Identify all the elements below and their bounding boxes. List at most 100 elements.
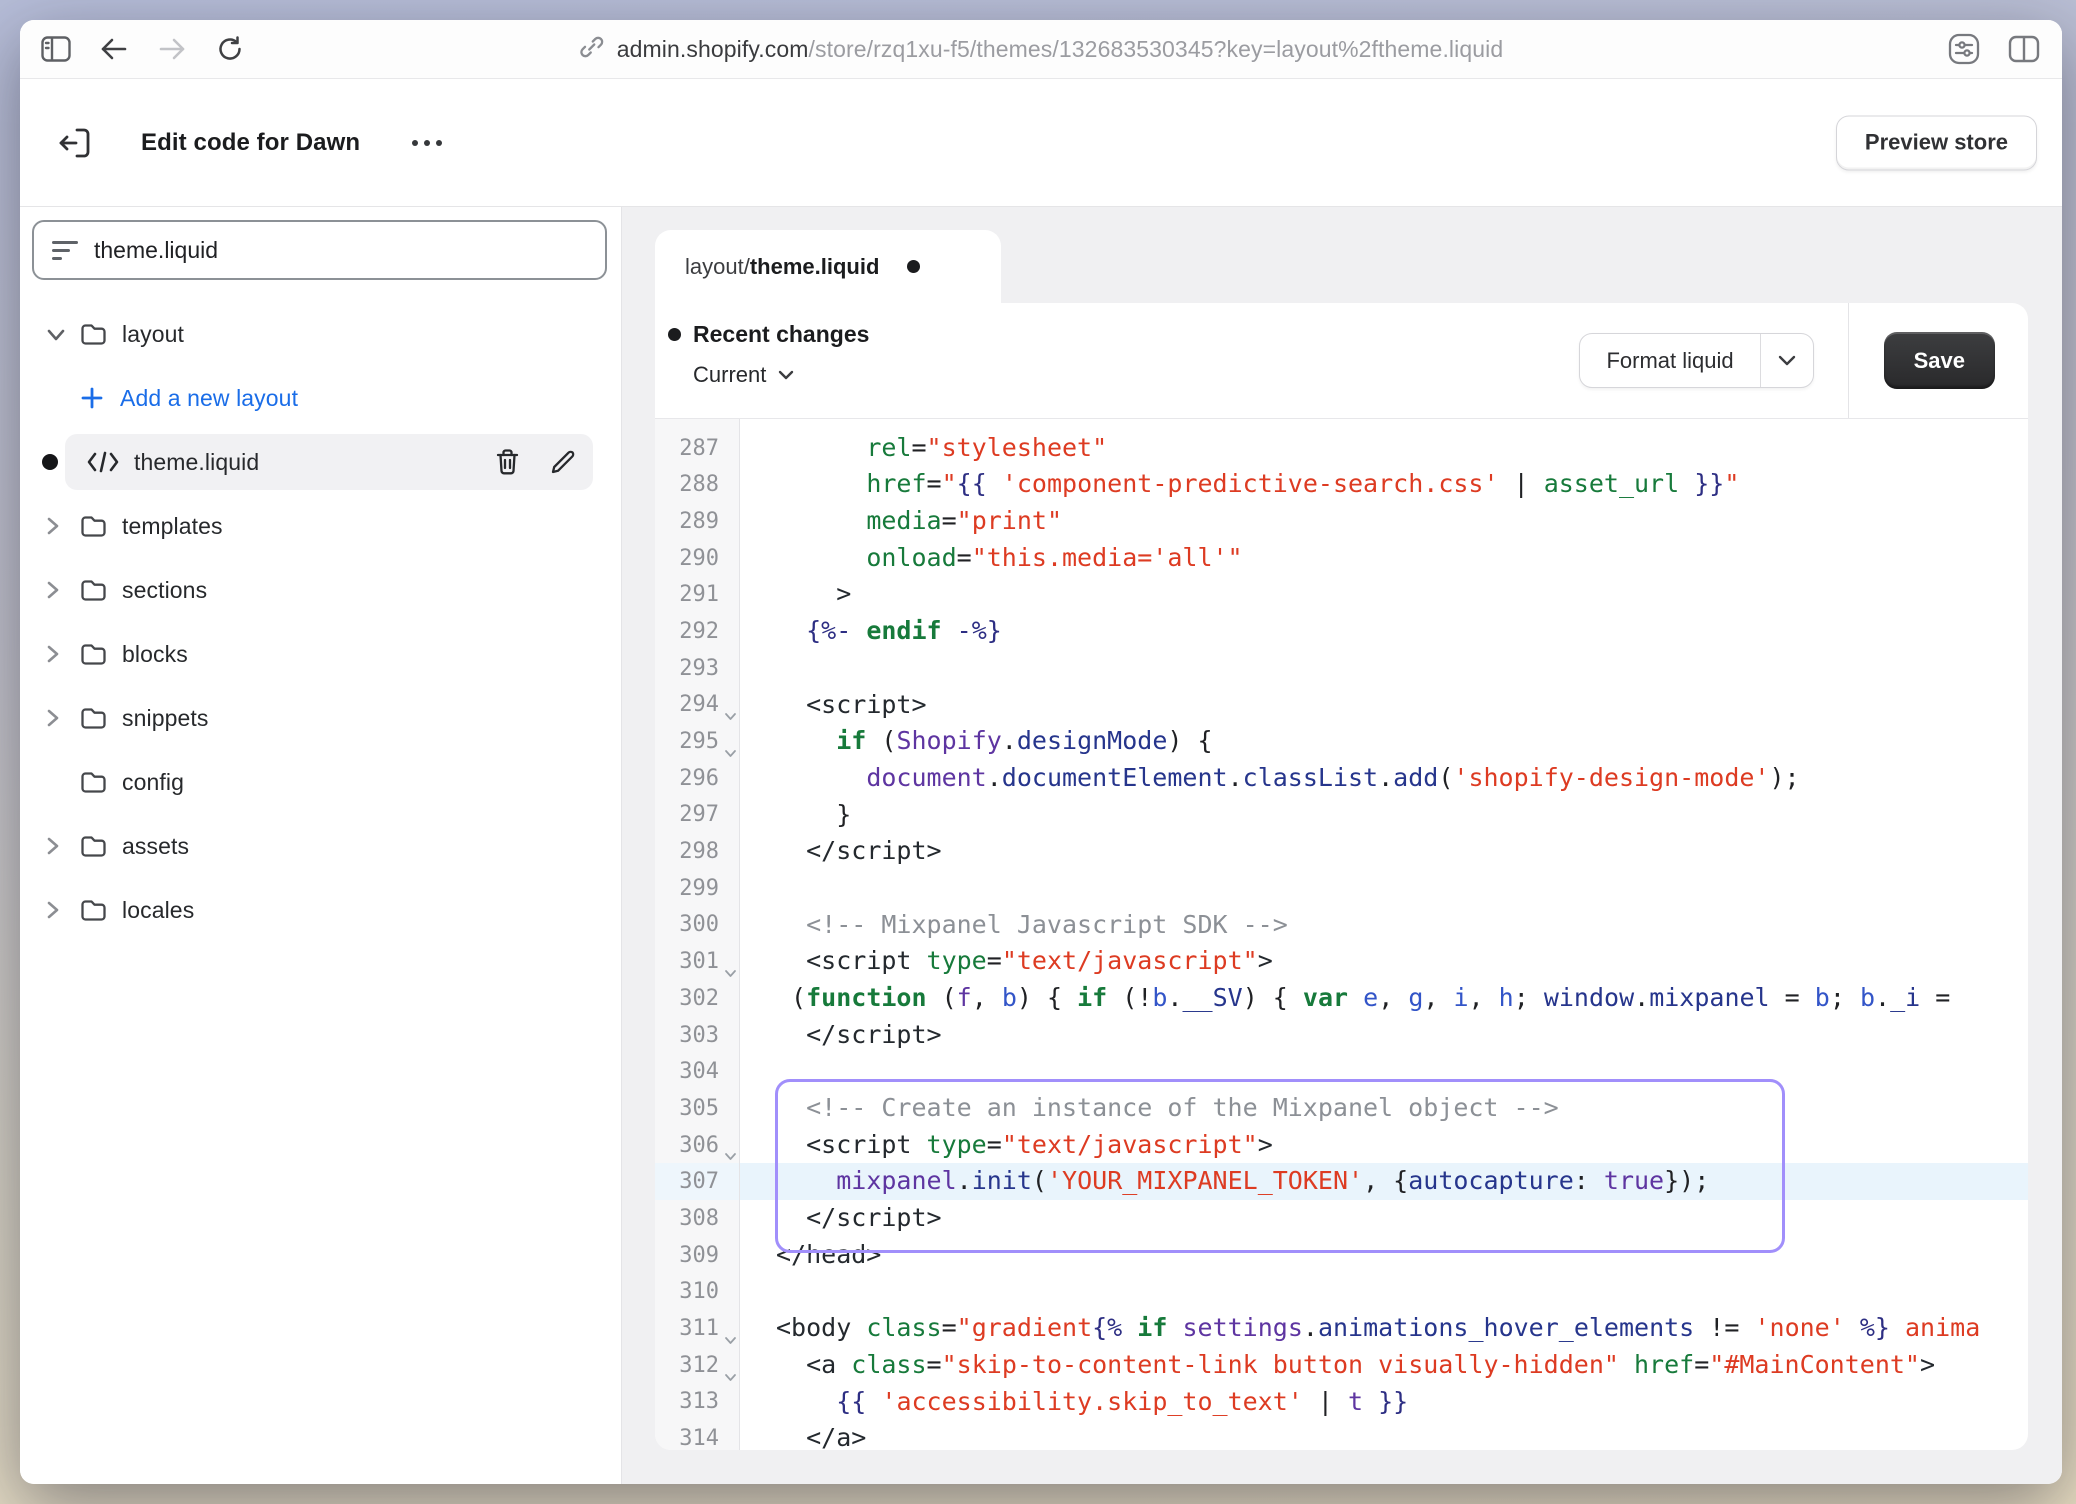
preview-store-button[interactable]: Preview store	[1836, 115, 2037, 170]
save-button[interactable]: Save	[1884, 332, 1995, 389]
code-text: mixpanel.init('YOUR_MIXPANEL_TOKEN', {au…	[740, 1163, 1709, 1200]
sidebar-toggle-icon[interactable]	[34, 27, 78, 71]
code-line-304[interactable]: 304	[655, 1053, 2028, 1090]
code-text: href="{{ 'component-predictive-search.cs…	[740, 466, 1739, 503]
delete-file-icon[interactable]	[494, 448, 521, 476]
code-fold-icon[interactable]	[724, 712, 737, 721]
code-line-311[interactable]: 311<body class="gradient{% if settings.a…	[655, 1310, 2028, 1347]
sidebar-item-templates[interactable]: templates	[20, 494, 621, 558]
reload-button[interactable]	[208, 27, 252, 71]
sidebar-add-new-layout[interactable]: Add a new layout	[20, 366, 621, 430]
code-line-287[interactable]: 287 rel="stylesheet"	[655, 430, 2028, 467]
code-line-288[interactable]: 288 href="{{ 'component-predictive-searc…	[655, 466, 2028, 503]
line-number: 298	[679, 839, 739, 864]
code-text: <body class="gradient{% if settings.anim…	[740, 1310, 1980, 1347]
forward-button[interactable]	[150, 27, 194, 71]
chevron-right-icon[interactable]	[45, 707, 60, 729]
address-bar[interactable]: admin.shopify.com/store/rzq1xu-f5/themes…	[579, 20, 1503, 78]
browser-toolbar: admin.shopify.com/store/rzq1xu-f5/themes…	[20, 20, 2062, 79]
chevron-right-icon[interactable]	[45, 899, 60, 921]
sidebar-item-sections[interactable]: sections	[20, 558, 621, 622]
sidebar-item-config[interactable]: config	[20, 750, 621, 814]
code-line-289[interactable]: 289 media="print"	[655, 503, 2028, 540]
code-area[interactable]: 286 <link287 rel="stylesheet"288 href="{…	[655, 419, 2028, 1450]
line-number-gutter: 287	[655, 430, 740, 467]
code-fold-icon[interactable]	[724, 1336, 737, 1345]
code-line-297[interactable]: 297 }	[655, 797, 2028, 834]
code-fold-icon[interactable]	[724, 749, 737, 758]
sidebar-item-blocks[interactable]: blocks	[20, 622, 621, 686]
code-line-314[interactable]: 314 </a>	[655, 1420, 2028, 1450]
code-line-286[interactable]: 286 <link	[655, 419, 2028, 430]
code-line-306[interactable]: 306 <script type="text/javascript">	[655, 1127, 2028, 1164]
back-button[interactable]	[92, 27, 136, 71]
recent-changes-dot	[668, 328, 681, 341]
line-number-gutter: 303	[655, 1017, 740, 1054]
format-options-caret[interactable]	[1760, 334, 1813, 387]
code-line-293[interactable]: 293	[655, 650, 2028, 687]
code-line-302[interactable]: 302 (function (f, b) { if (!b.__SV) { va…	[655, 980, 2028, 1017]
line-number: 313	[679, 1389, 739, 1414]
code-line-295[interactable]: 295 if (Shopify.designMode) {	[655, 723, 2028, 760]
sidebar-item-label: sections	[122, 577, 207, 604]
code-editor-card: Recent changes Current Format liquid	[655, 303, 2028, 1450]
format-liquid-button[interactable]: Format liquid	[1579, 333, 1813, 388]
code-line-292[interactable]: 292 {%- endif -%}	[655, 613, 2028, 650]
code-fold-icon[interactable]	[724, 1373, 737, 1382]
chevron-down-icon[interactable]	[45, 327, 67, 342]
file-search-input[interactable]	[92, 236, 605, 265]
editor-toolbar: Recent changes Current Format liquid	[655, 303, 2028, 419]
sidebar-item-layout[interactable]: layout	[20, 302, 621, 366]
code-line-310[interactable]: 310	[655, 1274, 2028, 1311]
code-line-307[interactable]: 307 mixpanel.init('YOUR_MIXPANEL_TOKEN',…	[655, 1163, 2028, 1200]
code-line-299[interactable]: 299	[655, 870, 2028, 907]
line-number-gutter: 291	[655, 576, 740, 613]
filter-icon	[52, 236, 80, 265]
code-text: (function (f, b) { if (!b.__SV) { var e,…	[740, 980, 1950, 1017]
code-line-296[interactable]: 296 document.documentElement.classList.a…	[655, 760, 2028, 797]
sidebar-item-assets[interactable]: assets	[20, 814, 621, 878]
code-line-309[interactable]: 309</head>	[655, 1237, 2028, 1274]
code-fold-icon[interactable]	[724, 969, 737, 978]
browser-settings-icon[interactable]	[1942, 27, 1986, 71]
line-number-gutter: 299	[655, 870, 740, 907]
code-text: rel="stylesheet"	[740, 430, 1107, 467]
line-number: 308	[679, 1206, 739, 1231]
code-line-298[interactable]: 298 </script>	[655, 833, 2028, 870]
split-view-icon[interactable]	[2002, 27, 2046, 71]
code-line-312[interactable]: 312 <a class="skip-to-content-link butto…	[655, 1347, 2028, 1384]
code-line-308[interactable]: 308 </script>	[655, 1200, 2028, 1237]
code-text: }	[740, 797, 851, 834]
chevron-right-icon[interactable]	[45, 643, 60, 665]
code-line-291[interactable]: 291 >	[655, 576, 2028, 613]
sidebar-item-snippets[interactable]: snippets	[20, 686, 621, 750]
exit-editor-icon[interactable]	[53, 121, 97, 165]
code-line-303[interactable]: 303 </script>	[655, 1017, 2028, 1054]
rename-file-icon[interactable]	[549, 448, 577, 476]
desktop-background: admin.shopify.com/store/rzq1xu-f5/themes…	[0, 0, 2076, 1504]
code-text: <!-- Create an instance of the Mixpanel …	[740, 1090, 1559, 1127]
version-dropdown[interactable]: Current	[693, 362, 869, 388]
code-fold-icon[interactable]	[724, 1152, 737, 1161]
code-line-301[interactable]: 301 <script type="text/javascript">	[655, 943, 2028, 980]
tab-theme-liquid[interactable]: layout/theme.liquid	[655, 230, 1001, 303]
line-number: 293	[679, 656, 739, 681]
code-line-290[interactable]: 290 onload="this.media='all'"	[655, 540, 2028, 577]
line-number: 305	[679, 1096, 739, 1121]
sidebar-item-theme-liquid[interactable]: theme.liquid	[20, 430, 621, 494]
file-search-box[interactable]	[32, 220, 607, 280]
code-line-313[interactable]: 313 {{ 'accessibility.skip_to_text' | t …	[655, 1384, 2028, 1421]
code-line-300[interactable]: 300 <!-- Mixpanel Javascript SDK -->	[655, 907, 2028, 944]
more-actions-icon[interactable]	[402, 130, 452, 156]
app-header: Edit code for Dawn Preview store	[20, 79, 2062, 207]
chevron-right-icon[interactable]	[45, 515, 60, 537]
chevron-right-icon[interactable]	[45, 579, 60, 601]
code-text: >	[740, 576, 851, 613]
code-line-294[interactable]: 294 <script>	[655, 687, 2028, 724]
chevron-right-icon[interactable]	[45, 835, 60, 857]
code-line-305[interactable]: 305 <!-- Create an instance of the Mixpa…	[655, 1090, 2028, 1127]
modified-file-dot	[42, 454, 58, 470]
sidebar-item-locales[interactable]: locales	[20, 878, 621, 942]
folder-icon	[80, 770, 108, 794]
line-number-gutter: 296	[655, 760, 740, 797]
